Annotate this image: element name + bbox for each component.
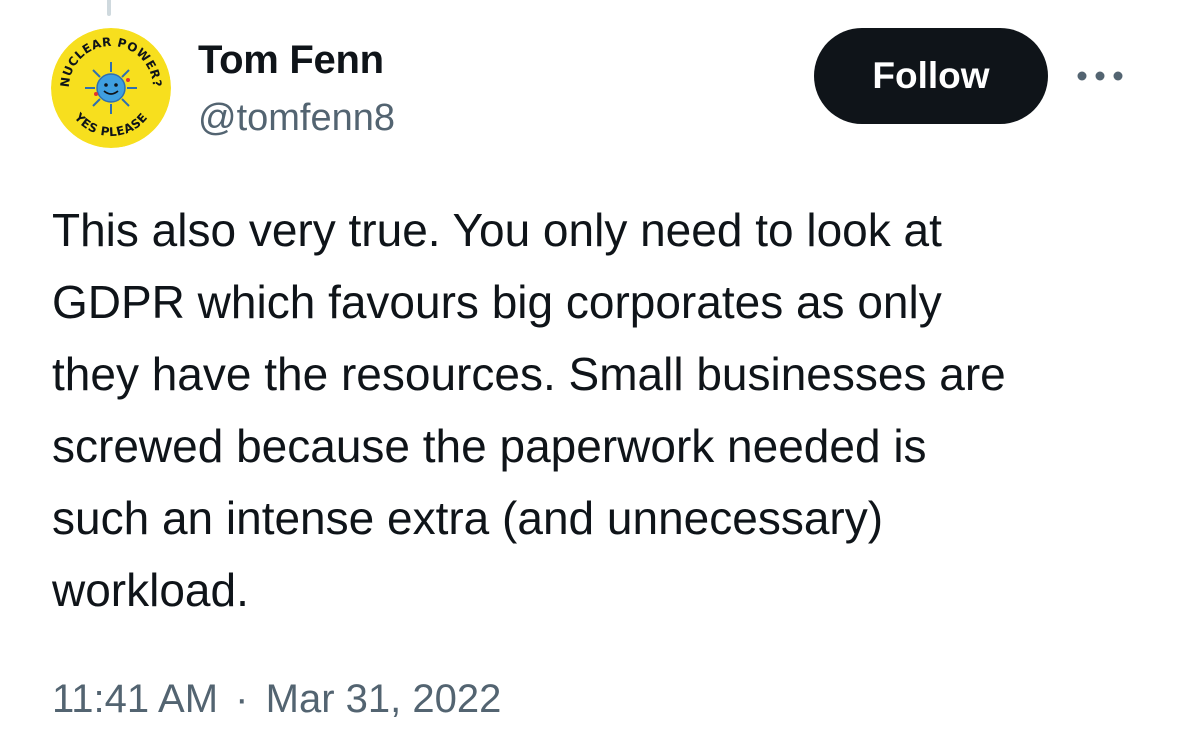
tweet-text-line: GDPR which favours big corporates as onl… [52,276,942,328]
tweet-text-line: This also very true. You only need to lo… [52,204,942,256]
tweet-text-line: they have the resources. Small businesse… [52,348,1006,400]
more-options-button[interactable] [1072,58,1128,94]
tweet-timestamp[interactable]: 11:41 AM · Mar 31, 2022 [52,672,501,726]
author-handle[interactable]: @tomfenn8 [198,94,395,142]
tweet-text-line: screwed because the paperwork needed is [52,420,927,472]
timestamp-separator: · [235,677,249,721]
tweet-text: This also very true. You only need to lo… [52,194,1152,626]
tweet-time[interactable]: 11:41 AM [52,677,218,721]
tweet-text-line: workload. [52,564,249,616]
tweet-date[interactable]: Mar 31, 2022 [266,677,502,721]
tweet-text-line: such an intense extra (and unnecessary) [52,492,884,544]
avatar[interactable]: NUCLEAR POWER? YES PLEASE [51,28,171,148]
thread-connector-line [107,0,111,16]
author-display-name[interactable]: Tom Fenn [198,36,384,84]
more-options-icon [1077,71,1123,81]
follow-button[interactable]: Follow [814,28,1048,124]
nuclear-power-yes-please-badge-icon: NUCLEAR POWER? YES PLEASE [51,28,171,148]
